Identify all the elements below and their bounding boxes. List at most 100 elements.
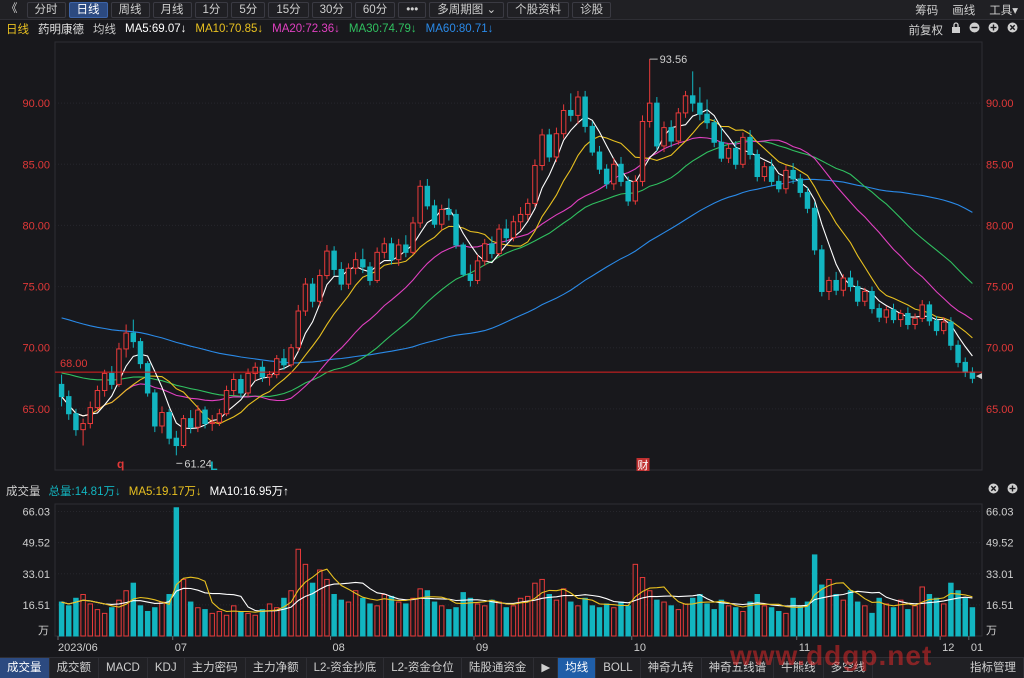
period-tab[interactable]: •••: [398, 1, 427, 18]
volume-bar: [338, 599, 345, 637]
candle: [130, 319, 137, 348]
period-tab[interactable]: 60分: [354, 1, 396, 18]
candle-body: [381, 243, 388, 253]
indicator-tab[interactable]: 成交量: [0, 658, 50, 678]
candle: [238, 374, 244, 398]
y-tick-label-right: 75.00: [986, 282, 1014, 294]
volume-bar: [833, 594, 839, 637]
candle: [116, 342, 122, 387]
volume-bar: [668, 605, 674, 637]
avg-label[interactable]: 均线: [93, 21, 116, 37]
period-tab[interactable]: 诊股: [572, 1, 612, 18]
indicator-tab[interactable]: 成交额: [50, 658, 99, 678]
candlestick-chart[interactable]: 90.00 90.00 85.00 85.00 80.00 80.00 75.00 75.00…: [0, 38, 1024, 478]
volume-bar: [352, 590, 359, 637]
candle-body: [517, 213, 524, 223]
period-tab[interactable]: 1分: [194, 1, 229, 18]
volume-chart[interactable]: 66.03 66.03 49.52 49.52 33.01 33.01 16.51 16.51…: [0, 500, 1024, 657]
candle: [410, 216, 416, 255]
ma30-line: [61, 139, 973, 397]
period-tab[interactable]: 30分: [311, 1, 352, 18]
candle: [209, 414, 215, 431]
y-tick-label: 70.00: [22, 343, 50, 355]
candle: [919, 300, 925, 323]
volume-bar: [869, 612, 875, 637]
period-tab[interactable]: 日线: [68, 1, 108, 18]
candle-body: [152, 392, 158, 427]
volume-unit-label: 万: [38, 625, 49, 637]
candle-body: [532, 165, 538, 204]
volume-tick-label: 16.51: [22, 600, 50, 612]
candle-body: [525, 202, 531, 215]
volume-bar: [510, 605, 517, 637]
indicator-tab[interactable]: L2-资金仓位: [384, 658, 462, 678]
indicator-tab[interactable]: 均线: [558, 658, 597, 678]
indicator-tab[interactable]: 主力净额: [246, 658, 307, 678]
volume-bar: [768, 607, 775, 637]
period-tab[interactable]: 5分: [231, 1, 266, 18]
volume-bar: [317, 569, 323, 637]
candle-body: [819, 249, 825, 292]
candle: [317, 269, 323, 307]
indicator-tab[interactable]: 陆股通资金: [462, 658, 535, 678]
candle: [890, 303, 897, 324]
candle-body: [847, 277, 854, 288]
tools-button[interactable]: 工具▾: [989, 2, 1018, 18]
candle: [539, 128, 545, 171]
volume-bar: [410, 597, 416, 637]
candle-body: [747, 136, 753, 156]
candle: [223, 385, 230, 417]
candle-body: [123, 332, 129, 350]
candle-body: [553, 133, 560, 158]
price-pointer-icon: [976, 373, 982, 380]
reference-price-label: 68.00: [60, 358, 88, 370]
indicator-tab[interactable]: 神奇九转: [641, 658, 702, 678]
close-circle-icon[interactable]: [1007, 22, 1018, 38]
volume-bar: [266, 603, 273, 637]
period-tab[interactable]: 个股资料: [507, 1, 570, 18]
candle-body: [223, 390, 230, 415]
period-tab[interactable]: 多周期图 ⌄: [429, 1, 505, 18]
indicator-tab[interactable]: KDJ: [148, 658, 185, 678]
x-tick-label: 09: [476, 642, 488, 654]
indicator-tab[interactable]: MACD: [99, 658, 148, 678]
back-button[interactable]: 《: [0, 2, 24, 18]
volume-tools: [988, 483, 1018, 497]
period-tab[interactable]: 15分: [268, 1, 309, 18]
candle: [496, 224, 502, 256]
candle-body: [388, 243, 395, 261]
candle: [668, 120, 674, 148]
candle: [646, 59, 653, 128]
candle-body: [790, 169, 796, 180]
candle: [611, 158, 617, 190]
indicator-tab[interactable]: 指标管理: [963, 658, 1024, 678]
candle-body: [596, 151, 603, 170]
volume-bar: [948, 582, 954, 637]
lock-icon[interactable]: [951, 22, 961, 38]
candle: [58, 374, 65, 407]
draw-line-button[interactable]: 画线: [952, 2, 975, 18]
close-circle-icon[interactable]: [988, 483, 999, 497]
candle-body: [632, 180, 639, 202]
period-tab[interactable]: 分时: [26, 1, 66, 18]
indicator-tab[interactable]: L2-资金抄底: [307, 658, 385, 678]
period-tab[interactable]: 周线: [110, 1, 150, 18]
x-tick-label: 12: [942, 642, 954, 654]
candle: [338, 262, 345, 291]
volume-bar: [747, 601, 753, 637]
volume-bar: [374, 605, 380, 637]
indicator-tab[interactable]: 主力密码: [185, 658, 246, 678]
marker-q: q: [117, 457, 124, 471]
volume-bar: [288, 590, 294, 637]
volume-total: 总量:14.81万↓: [48, 486, 121, 498]
indicator-tab[interactable]: ▶: [534, 658, 559, 678]
candle-body: [675, 112, 682, 142]
indicator-tab[interactable]: BOLL: [596, 658, 641, 678]
volume-legend: 成交量 总量:14.81万↓ MA5:19.17万↓ MA10:16.95万↑: [0, 482, 1024, 500]
period-tab[interactable]: 月线: [152, 1, 192, 18]
minus-circle-icon[interactable]: [969, 22, 980, 38]
adjust-button[interactable]: 前复权: [909, 22, 944, 38]
plus-circle-icon[interactable]: [1007, 483, 1018, 497]
plus-circle-icon[interactable]: [988, 22, 999, 38]
chips-button[interactable]: 筹码: [915, 2, 938, 18]
